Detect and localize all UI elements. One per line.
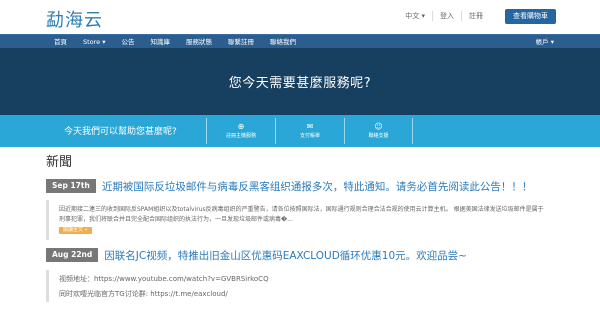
view-cart-button[interactable]: 查看購物車 <box>505 9 556 24</box>
news-excerpt-line: 同时欢嘤光临官方TG讨论群: https://t.me/eaxcloud/ <box>59 290 228 298</box>
news-section-title: 新聞 <box>46 155 73 170</box>
ticket-icon: ✉ <box>306 122 314 131</box>
help-option-label: 註冊主機服務 <box>225 133 256 139</box>
main-nav: 首頁 Store ▾ 公告 知識庫 服務狀態 聯繫註冊 聯絡我們 帳戶 ▾ <box>0 34 600 48</box>
login-link[interactable]: 登入 <box>432 11 461 21</box>
nav-announcements[interactable]: 公告 <box>114 35 143 49</box>
news-title-link[interactable]: 近期被国际反垃圾邮件与病毒反黑客组织通报多次，特此通知。请务必首先阅读此公告！！… <box>102 179 533 194</box>
globe-icon: ⊕ <box>237 122 245 131</box>
news-title-link[interactable]: 因联名JC视频，特推出旧金山区优惠码EAXCLOUD循环优惠10元。欢迎品尝~ <box>104 248 467 263</box>
nav-store[interactable]: Store ▾ <box>75 35 114 49</box>
read-more-button[interactable]: 閱讀全文 » <box>59 227 92 234</box>
nav-account[interactable]: 帳戶 ▾ <box>536 35 554 49</box>
nav-home[interactable]: 首頁 <box>46 35 75 49</box>
news-excerpt: 因近期接二連三的收到国际反SPAM組织以及totalvirus反病毒组织的严重警… <box>46 200 554 240</box>
news-excerpt-text: 因近期接二連三的收到国际反SPAM組织以及totalvirus反病毒组织的严重警… <box>59 206 544 223</box>
register-link[interactable]: 註冊 <box>461 11 490 21</box>
news-excerpt-line: 视频地址：https://www.youtube.com/watch?v=GVB… <box>59 275 269 283</box>
hero-title: 您今天需要甚麼服務呢? <box>228 76 372 91</box>
help-option-pay-invoice[interactable]: ✉ 支付帳單 <box>275 118 344 144</box>
news-date-badge: Aug 22nd <box>46 248 99 262</box>
help-bar: 今天我們可以幫助您甚麼呢? ⊕ 註冊主機服務 ✉ 支付帳單 ☺ 聯絡支援 <box>0 115 600 147</box>
nav-contact[interactable]: 聯絡我們 <box>262 35 304 49</box>
top-header: 勐海云 中文 ▾ 登入 註冊 查看購物車 <box>0 0 600 34</box>
language-selector[interactable]: 中文 ▾ <box>398 11 432 21</box>
help-option-order-hosting[interactable]: ⊕ 註冊主機服務 <box>206 118 275 144</box>
news-date-badge: Sep 17th <box>46 179 96 193</box>
help-option-label: 聯絡支援 <box>368 133 389 139</box>
news-excerpt: 视频地址：https://www.youtube.com/watch?v=GVB… <box>46 270 554 302</box>
help-option-contact-support[interactable]: ☺ 聯絡支援 <box>344 118 413 144</box>
help-option-label: 支付帳單 <box>299 133 320 139</box>
site-logo[interactable]: 勐海云 <box>46 6 103 32</box>
main-content: 新聞 Sep 17th 近期被国际反垃圾邮件与病毒反黑客组织通报多次，特此通知。… <box>0 155 600 302</box>
news-item-header: Aug 22nd 因联名JC视频，特推出旧金山区优惠码EAXCLOUD循环优惠1… <box>46 247 554 263</box>
nav-service-status[interactable]: 服務狀態 <box>178 35 220 49</box>
support-icon: ☺ <box>374 122 383 131</box>
news-item-header: Sep 17th 近期被国际反垃圾邮件与病毒反黑客组织通报多次，特此通知。请务必… <box>46 178 554 194</box>
nav-knowledgebase[interactable]: 知識庫 <box>143 35 179 49</box>
nav-affiliates[interactable]: 聯繫註冊 <box>220 35 262 49</box>
help-prompt: 今天我們可以幫助您甚麼呢? <box>64 127 177 137</box>
hero-banner: 您今天需要甚麼服務呢? <box>0 48 600 115</box>
top-links: 中文 ▾ 登入 註冊 <box>398 11 490 21</box>
